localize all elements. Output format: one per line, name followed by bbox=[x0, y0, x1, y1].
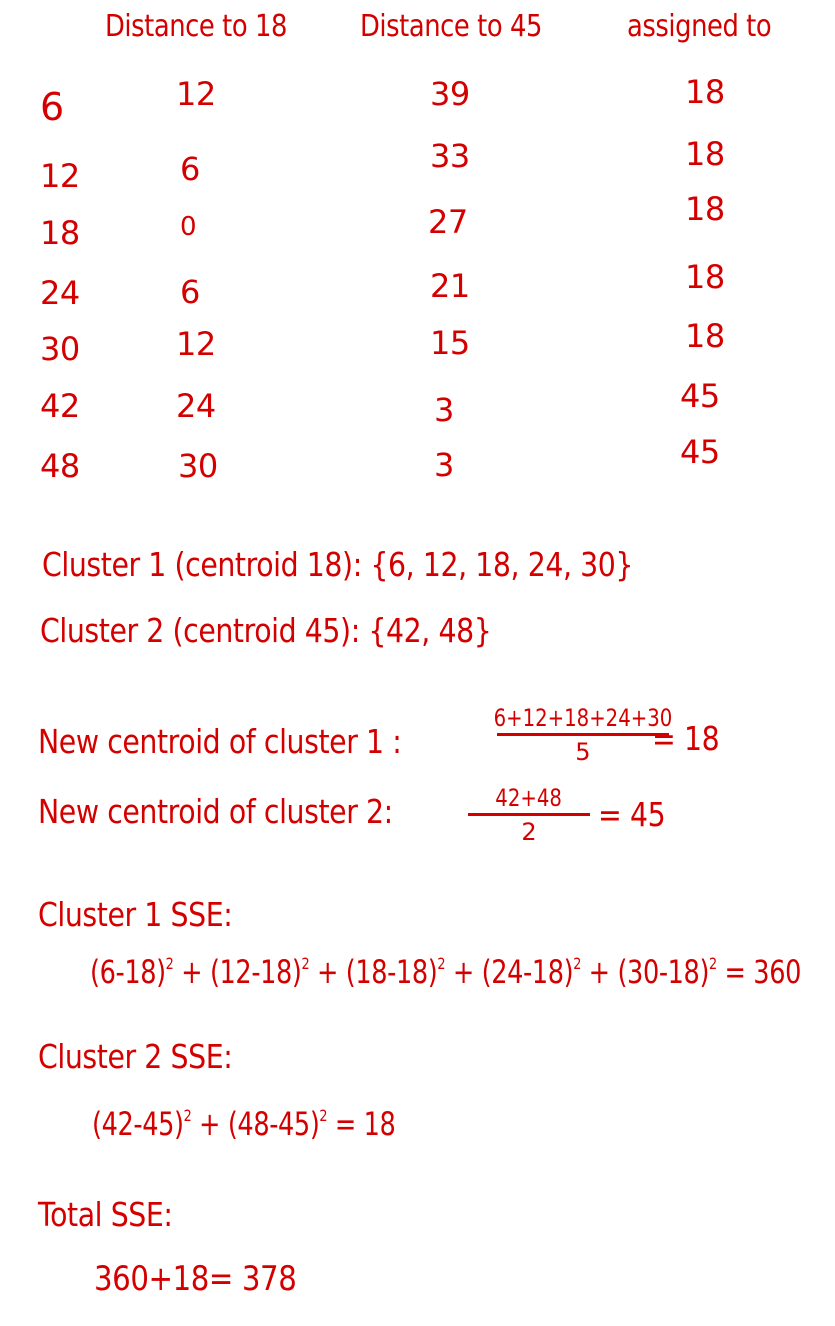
total-sse-expression: 360+18= 378 bbox=[94, 1259, 297, 1299]
point-value: 12 bbox=[40, 157, 80, 195]
exponent: 2 bbox=[183, 1106, 192, 1125]
fraction-denominator: 2 bbox=[521, 818, 537, 846]
distance-to-18-value: 6 bbox=[180, 273, 200, 311]
point-value: 48 bbox=[40, 447, 80, 485]
total-sse-label: Total SSE: bbox=[38, 1195, 173, 1234]
sse-term: (42-45) bbox=[92, 1105, 184, 1143]
cluster-1-sse-expression: (6-18)2 + (12-18)2 + (18-18)2 + (24-18)2… bbox=[90, 953, 802, 991]
distance-to-45-value: 21 bbox=[430, 267, 470, 305]
header-assigned-to: assigned to bbox=[627, 9, 772, 44]
cluster-2-sse-label: Cluster 2 SSE: bbox=[38, 1037, 233, 1076]
assigned-value: 18 bbox=[685, 317, 725, 355]
point-value: 6 bbox=[40, 85, 64, 129]
distance-to-45-value: 3 bbox=[434, 391, 454, 429]
exponent: 2 bbox=[437, 954, 446, 973]
exponent: 2 bbox=[165, 954, 174, 973]
point-value: 42 bbox=[40, 387, 80, 425]
distance-to-45-value: 33 bbox=[430, 137, 470, 175]
header-distance-to-45: Distance to 45 bbox=[360, 9, 542, 44]
distance-to-45-value: 27 bbox=[428, 203, 468, 241]
distance-to-18-value: 24 bbox=[176, 387, 216, 425]
distance-to-45-value: 39 bbox=[430, 75, 470, 113]
assigned-value: 18 bbox=[685, 258, 725, 296]
assigned-value: 18 bbox=[685, 190, 725, 228]
new-centroid-1-label: New centroid of cluster 1 : bbox=[38, 722, 402, 761]
distance-to-18-value: 12 bbox=[176, 325, 216, 363]
fraction-bar bbox=[496, 733, 669, 736]
point-value: 30 bbox=[40, 330, 80, 368]
exponent: 2 bbox=[709, 954, 717, 973]
new-centroid-2-label: New centroid of cluster 2: bbox=[38, 792, 393, 831]
assigned-value: 18 bbox=[685, 73, 725, 111]
sse-term: (6-18) bbox=[90, 953, 166, 991]
cluster-1-sse-label: Cluster 1 SSE: bbox=[38, 895, 233, 934]
point-value: 24 bbox=[40, 274, 80, 312]
distance-to-18-value: 12 bbox=[176, 75, 216, 113]
assigned-value: 45 bbox=[680, 433, 720, 471]
sse-term: + (24-18) bbox=[452, 953, 574, 991]
new-centroid-2-result: = 45 bbox=[598, 795, 666, 834]
exponent: 2 bbox=[573, 954, 581, 973]
exponent: 2 bbox=[319, 1106, 328, 1125]
new-centroid-1-result: = 18 bbox=[652, 719, 720, 758]
fraction-bar bbox=[468, 813, 590, 816]
assigned-value: 18 bbox=[685, 135, 725, 173]
new-centroid-2-fraction: 42+48 2 bbox=[468, 786, 590, 844]
sse-term: + (30-18) bbox=[588, 953, 710, 991]
cluster-1-members: Cluster 1 (centroid 18): {6, 12, 18, 24,… bbox=[42, 545, 634, 584]
distance-to-18-value: 30 bbox=[178, 447, 218, 485]
sse-term: + (12-18) bbox=[181, 953, 302, 991]
fraction-numerator: 6+12+18+24+30 bbox=[493, 704, 673, 732]
cluster-2-members: Cluster 2 (centroid 45): {42, 48} bbox=[40, 611, 492, 650]
assigned-value: 45 bbox=[680, 377, 720, 415]
distance-to-45-value: 15 bbox=[430, 324, 470, 362]
fraction-numerator: 42+48 bbox=[495, 784, 563, 812]
exponent: 2 bbox=[301, 954, 310, 973]
cluster-2-sse-expression: (42-45)2 + (48-45)2 = 18 bbox=[92, 1105, 396, 1143]
distance-to-18-value: 6 bbox=[180, 150, 200, 188]
sse-term: + (48-45) bbox=[199, 1105, 320, 1143]
sse-term: + (18-18) bbox=[317, 953, 438, 991]
distance-to-45-value: 3 bbox=[434, 446, 454, 484]
fraction-denominator: 5 bbox=[575, 738, 591, 766]
sse-result: = 18 bbox=[334, 1105, 396, 1143]
point-value: 18 bbox=[40, 214, 80, 252]
header-distance-to-18: Distance to 18 bbox=[105, 9, 287, 44]
distance-to-18-value: 0 bbox=[180, 212, 197, 242]
sse-result: = 360 bbox=[724, 953, 802, 991]
